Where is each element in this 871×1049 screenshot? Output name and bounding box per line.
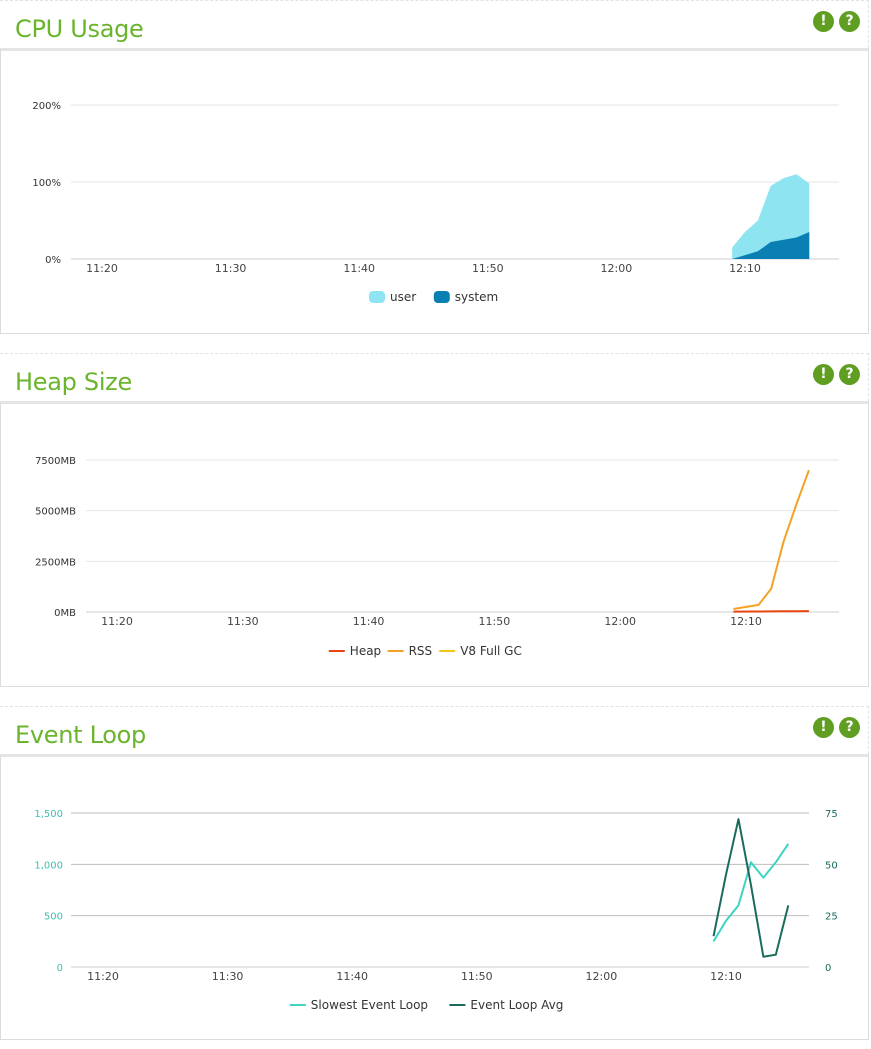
x-tick-label: 11:30 (212, 970, 244, 983)
event-loop-panel: Event Loop ! ? 0 500 1,000 1,500 0 25 50 75 11:2… (0, 706, 869, 1041)
x-tick-label: 11:20 (87, 970, 119, 983)
line-rss (733, 469, 810, 610)
alert-icon[interactable]: ! (813, 717, 834, 738)
y-right-tick-label: 75 (825, 809, 838, 820)
x-tick-label: 11:50 (472, 262, 504, 275)
chart-container: 0 500 1,000 1,500 0 25 50 75 11:20 11:30 11:40 11:5… (0, 754, 869, 1040)
heap-size-chart: 0MB 2500MB 5000MB 7500MB 11:20 11:30 11:40 11:5… (35, 456, 839, 658)
help-icon[interactable]: ? (839, 717, 860, 738)
chart-container: 0% 100% 200% 11:20 11:30 11:40 11:50 12:00 12:10… (0, 48, 869, 334)
legend-swatch (369, 291, 385, 303)
y-tick-label: 0% (45, 255, 61, 266)
help-icon[interactable]: ? (839, 11, 860, 32)
x-tick-label: 11:20 (101, 615, 133, 628)
panel-title: Heap Size (15, 368, 132, 396)
y-left-tick-label: 500 (44, 912, 63, 923)
x-tick-label: 12:10 (729, 262, 761, 275)
y-tick-label: 200% (32, 101, 61, 112)
cpu-usage-panel: CPU Usage ! ? 0% 100% 200% 11:20 11:30 11:40 1… (0, 0, 869, 335)
x-tick-label: 11:50 (479, 615, 511, 628)
x-tick-label: 12:00 (604, 615, 636, 628)
x-tick-label: 11:40 (336, 970, 368, 983)
legend-label: V8 Full GC (460, 644, 522, 658)
line-slowest-event-loop (712, 843, 790, 942)
x-tick-label: 12:10 (730, 615, 762, 628)
y-tick-label: 0MB (54, 608, 76, 619)
y-right-tick-label: 25 (825, 912, 838, 923)
panel-header: CPU Usage ! ? (0, 0, 869, 48)
y-left-tick-label: 0 (57, 963, 63, 974)
chart-container: 0MB 2500MB 5000MB 7500MB 11:20 11:30 11:40 11:5… (0, 401, 869, 687)
y-right-tick-label: 50 (825, 860, 838, 871)
cpu-usage-chart: 0% 100% 200% 11:20 11:30 11:40 11:50 12:00 12:10… (32, 101, 839, 304)
x-tick-label: 11:30 (227, 615, 259, 628)
alert-icon[interactable]: ! (813, 364, 834, 385)
panel-header: Event Loop ! ? (0, 706, 869, 754)
legend-label: RSS (409, 644, 433, 658)
heap-size-panel: Heap Size ! ? 0MB 2500MB 5000MB 7500MB 11:20… (0, 353, 869, 688)
y-tick-label: 100% (32, 178, 61, 189)
x-tick-label: 12:10 (710, 970, 742, 983)
y-left-tick-label: 1,500 (34, 809, 63, 820)
x-tick-label: 11:40 (353, 615, 385, 628)
event-loop-chart: 0 500 1,000 1,500 0 25 50 75 11:20 11:30 11:40 11:5… (34, 809, 838, 1012)
y-right-tick-label: 0 (825, 963, 831, 974)
panel-header: Heap Size ! ? (0, 353, 869, 401)
line-event-loop-avg (712, 818, 790, 958)
legend-label: system (455, 290, 498, 304)
alert-icon[interactable]: ! (813, 11, 834, 32)
panel-title: CPU Usage (15, 15, 144, 43)
legend-label: user (390, 290, 416, 304)
panel-title: Event Loop (15, 721, 146, 749)
x-tick-label: 11:40 (343, 262, 375, 275)
x-tick-label: 12:00 (601, 262, 633, 275)
y-tick-label: 2500MB (35, 557, 76, 568)
legend-label: Heap (350, 644, 381, 658)
x-tick-label: 11:50 (461, 970, 493, 983)
x-tick-label: 11:20 (86, 262, 118, 275)
help-icon[interactable]: ? (839, 364, 860, 385)
y-tick-label: 5000MB (35, 507, 76, 518)
legend-label: Event Loop Avg (470, 998, 563, 1012)
y-left-tick-label: 1,000 (34, 860, 63, 871)
legend-swatch (433, 291, 450, 303)
line-heap (733, 610, 809, 613)
x-tick-label: 11:30 (215, 262, 247, 275)
x-tick-label: 12:00 (586, 970, 618, 983)
y-tick-label: 7500MB (35, 456, 76, 467)
legend-label: Slowest Event Loop (311, 998, 428, 1012)
